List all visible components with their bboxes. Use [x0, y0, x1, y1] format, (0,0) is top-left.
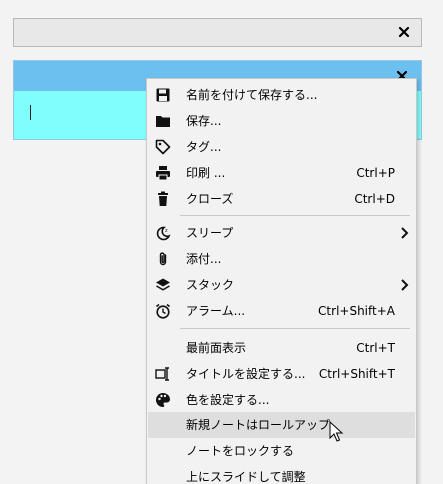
menu-item-label: 新規ノートはロールアップ — [186, 418, 331, 432]
shortcut-label: Ctrl+D — [354, 192, 395, 206]
menu-item-label: スタック — [186, 278, 235, 292]
svg-text:z: z — [165, 228, 168, 234]
context-menu: 名前を付けて保存する... 保存... タグ... 印刷 ... Ctrl+P — [146, 78, 417, 484]
menu-item-alarm[interactable]: アラーム... Ctrl+Shift+A — [148, 298, 415, 324]
menu-item-print[interactable]: 印刷 ... Ctrl+P — [148, 160, 415, 186]
menu-item-label: 添付... — [186, 252, 222, 266]
sleep-icon: z — [155, 225, 171, 241]
menu-item-sleep[interactable]: z スリープ — [148, 220, 415, 246]
menu-item-stack[interactable]: スタック — [148, 272, 415, 298]
menu-item-lock-note[interactable]: ノートをロックする — [148, 438, 415, 464]
menu-item-label: アラーム... — [186, 304, 246, 318]
menu-separator — [180, 328, 410, 329]
menu-item-label: スリープ — [186, 226, 234, 240]
menu-item-close[interactable]: クローズ Ctrl+D — [148, 186, 415, 212]
shortcut-label: Ctrl+Shift+T — [318, 367, 395, 381]
menu-item-label: 上にスライドして調整 — [186, 470, 306, 484]
chevron-right-icon — [399, 225, 409, 241]
tag-icon — [155, 139, 171, 155]
menu-item-attach[interactable]: 添付... — [148, 246, 415, 272]
menu-item-set-title[interactable]: タイトルを設定する... Ctrl+Shift+T — [148, 361, 415, 387]
menu-item-label: クローズ — [186, 192, 234, 206]
palette-icon — [155, 392, 171, 408]
menu-separator — [180, 215, 410, 216]
menu-item-rollup-new-notes[interactable]: 新規ノートはロールアップ — [148, 412, 415, 438]
print-icon — [155, 165, 171, 181]
shortcut-label: Ctrl+P — [356, 166, 395, 180]
menu-item-save-as[interactable]: 名前を付けて保存する... — [148, 82, 415, 108]
alarm-icon — [155, 303, 171, 319]
save-icon — [155, 87, 171, 103]
mouse-cursor-icon — [329, 420, 345, 443]
menu-item-label: タグ... — [186, 140, 222, 154]
menu-item-label: 色を設定する... — [186, 393, 270, 407]
menu-item-always-on-top[interactable]: 最前面表示 Ctrl+T — [148, 335, 415, 361]
menu-item-save[interactable]: 保存... — [148, 108, 415, 134]
chevron-right-icon — [399, 277, 409, 293]
layers-icon — [155, 277, 171, 293]
trash-icon — [155, 191, 171, 207]
paperclip-icon — [155, 251, 171, 267]
menu-item-label: 印刷 ... — [186, 166, 226, 180]
shortcut-label: Ctrl+Shift+A — [318, 304, 395, 318]
shortcut-label: Ctrl+T — [356, 341, 395, 355]
menu-item-label: タイトルを設定する... — [186, 367, 306, 381]
note-collapsed[interactable] — [13, 18, 422, 47]
text-caret — [30, 105, 31, 120]
folder-icon — [155, 113, 171, 129]
desktop: 名前を付けて保存する... 保存... タグ... 印刷 ... Ctrl+P — [0, 0, 443, 484]
menu-item-label: ノートをロックする — [186, 444, 295, 458]
menu-item-tag[interactable]: タグ... — [148, 134, 415, 160]
title-icon — [155, 366, 171, 382]
menu-item-label: 名前を付けて保存する... — [186, 88, 318, 102]
menu-item-label: 最前面表示 — [186, 341, 247, 355]
close-icon[interactable] — [396, 24, 412, 40]
menu-item-set-color[interactable]: 色を設定する... — [148, 387, 415, 413]
menu-item-slide-up-adjust[interactable]: 上にスライドして調整 — [148, 464, 415, 484]
menu-item-label: 保存... — [186, 114, 222, 128]
